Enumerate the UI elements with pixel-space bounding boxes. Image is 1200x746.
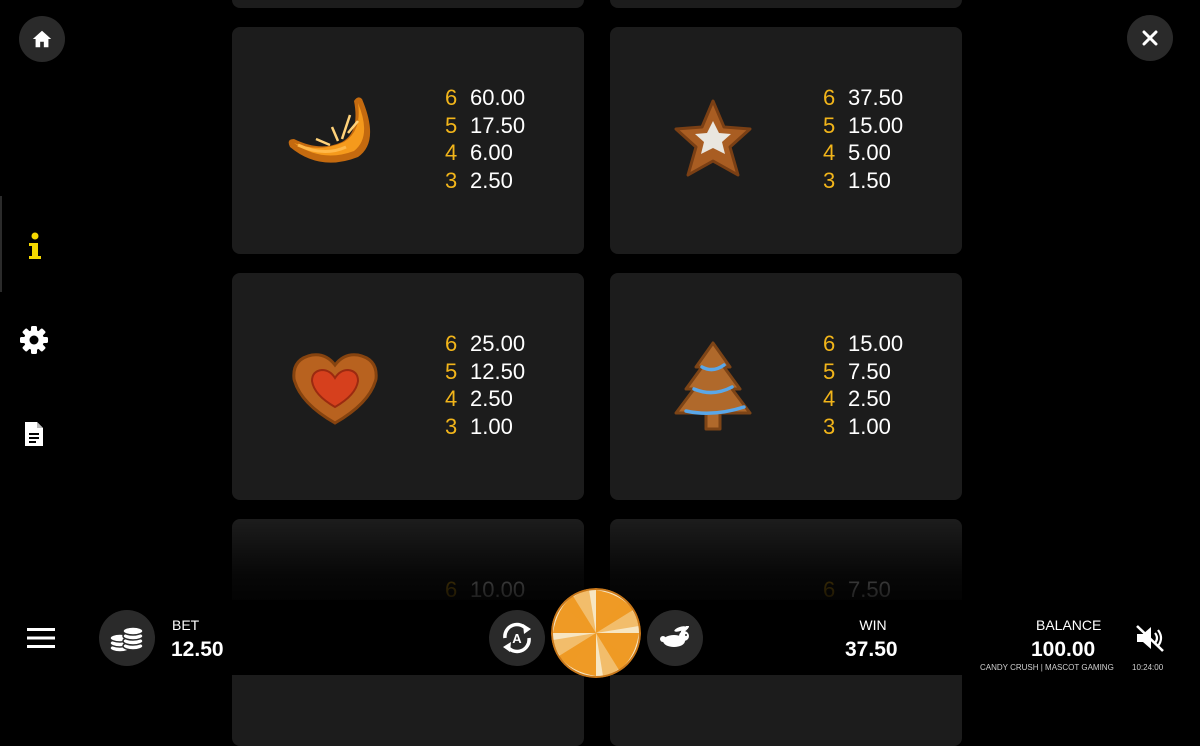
bet-button[interactable] <box>99 610 155 666</box>
autoplay-icon: A <box>503 622 531 654</box>
gear-icon <box>20 326 48 354</box>
balance-label: BALANCE <box>1036 617 1102 633</box>
document-icon <box>25 422 43 446</box>
pay-row: 5 15.00 <box>823 112 904 138</box>
paytable-card-star: 6 37.50 5 15.00 4 5.00 3 1.50 <box>610 27 962 254</box>
active-tab-indicator <box>0 196 2 292</box>
close-icon <box>1142 30 1158 46</box>
pay-row: 6 60.00 <box>445 85 526 110</box>
coins-icon <box>109 626 144 653</box>
footer-brand: CANDY CRUSH | MASCOT GAMING <box>980 663 1114 672</box>
tab-rules[interactable] <box>18 418 50 450</box>
pay-row: 3 2.50 <box>445 167 513 193</box>
autoplay-button[interactable]: A <box>489 610 545 666</box>
pay-row: 6 37.50 <box>823 85 904 110</box>
pay-row: 3 1.00 <box>823 413 891 439</box>
svg-text:A: A <box>512 631 522 646</box>
pay-row: 5 12.50 <box>445 358 526 384</box>
paytable-card-previous-right <box>610 0 962 8</box>
heart-cookie-icon <box>292 353 378 425</box>
pay-row: 6 15.00 <box>823 331 904 356</box>
pay-row: 3 1.50 <box>823 167 891 193</box>
spin-button[interactable] <box>551 588 641 678</box>
paytable-card-heart: 6 25.00 5 12.50 4 2.50 3 1.00 <box>232 273 584 500</box>
rabbit-icon <box>660 626 690 647</box>
tab-settings[interactable] <box>18 324 50 356</box>
win-label: WIN <box>859 617 887 633</box>
paytable-card-tree: 6 15.00 5 7.50 4 2.50 3 1.00 <box>610 273 962 500</box>
pay-list: 6 60.00 5 17.50 4 6.00 3 2.50 <box>445 85 525 195</box>
sound-muted-icon[interactable] <box>1133 623 1167 653</box>
pay-row: 4 5.00 <box>823 140 891 166</box>
orange-slice-icon <box>288 97 371 163</box>
pay-row: 4 6.00 <box>445 140 513 166</box>
win-value: 37.50 <box>845 638 898 661</box>
pay-row: 4 2.50 <box>445 386 513 412</box>
pay-row: 5 7.50 <box>823 358 891 384</box>
pay-list: 6 25.00 5 12.50 4 2.50 3 1.00 <box>445 331 525 441</box>
clock: 10:24:00 <box>1132 663 1164 672</box>
menu-icon[interactable] <box>26 625 56 651</box>
home-button[interactable] <box>19 16 65 62</box>
turbo-button[interactable] <box>647 610 703 666</box>
home-icon <box>32 30 52 48</box>
balance-value: 100.00 <box>1031 638 1096 661</box>
star-cookie-icon <box>674 99 752 177</box>
pay-row: 3 1.00 <box>445 413 513 439</box>
bet-value: 12.50 <box>171 638 224 661</box>
tree-cookie-icon <box>674 341 752 431</box>
tab-info[interactable] <box>18 230 50 262</box>
paytable-card-previous-left <box>232 0 584 8</box>
bet-label: BET <box>172 617 200 633</box>
close-button[interactable] <box>1127 15 1173 61</box>
pay-row: 6 25.00 <box>445 331 526 356</box>
info-icon <box>29 232 41 259</box>
pay-row: 5 17.50 <box>445 112 526 138</box>
pay-list: 6 37.50 5 15.00 4 5.00 3 1.50 <box>823 85 903 195</box>
pay-row: 4 2.50 <box>823 386 891 412</box>
pay-list: 6 15.00 5 7.50 4 2.50 3 1.00 <box>823 331 903 441</box>
paytable-card-orange: 6 60.00 5 17.50 4 6.00 3 2.50 <box>232 27 584 254</box>
